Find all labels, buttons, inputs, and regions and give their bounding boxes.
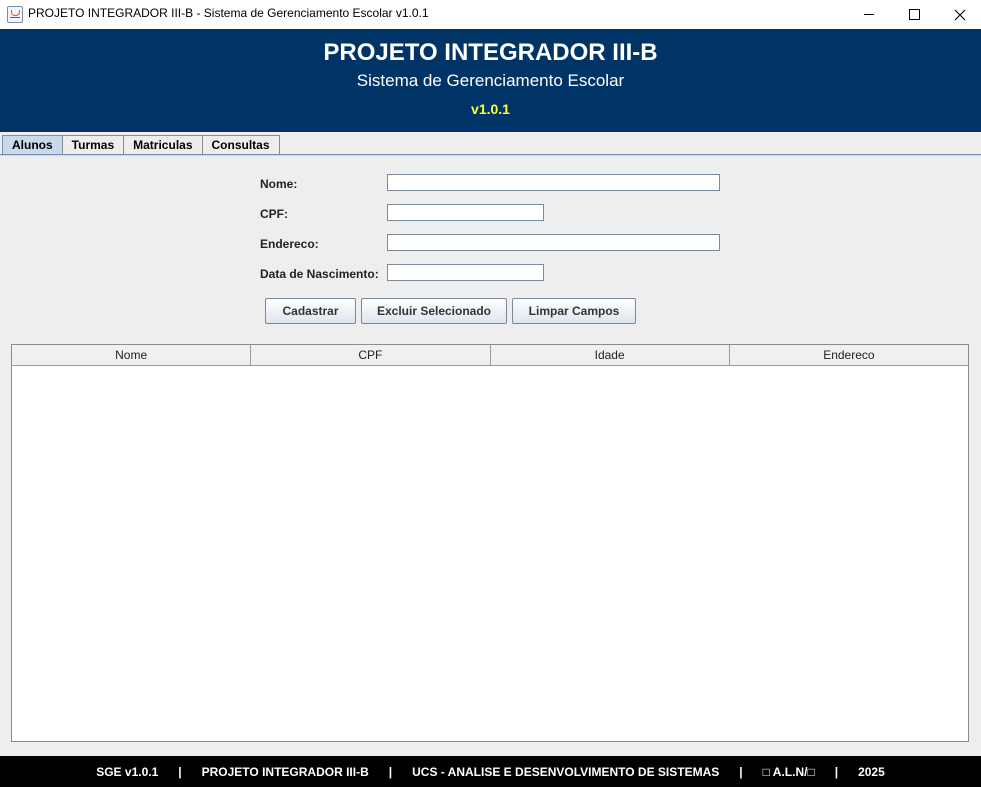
- column-header-endereco[interactable]: Endereco: [730, 345, 968, 365]
- status-footer: SGE v1.0.1 | PROJETO INTEGRADOR III-B | …: [0, 756, 981, 787]
- tab-alunos[interactable]: Alunos: [2, 135, 63, 154]
- window-title: PROJETO INTEGRADOR III-B - Sistema de Ge…: [28, 6, 429, 20]
- limpar-campos-button[interactable]: Limpar Campos: [512, 298, 636, 324]
- java-app-icon: [7, 6, 23, 23]
- column-header-nome[interactable]: Nome: [12, 345, 252, 365]
- banner-subtitle: Sistema de Gerenciamento Escolar: [356, 71, 625, 90]
- nascimento-field[interactable]: [387, 264, 544, 281]
- banner-title: PROJETO INTEGRADOR III-B: [323, 39, 658, 66]
- minimize-icon: [864, 14, 874, 15]
- cpf-field[interactable]: [387, 204, 544, 221]
- close-button[interactable]: [937, 0, 981, 29]
- header-banner: PROJETO INTEGRADOR III-B Sistema de Gere…: [0, 29, 981, 132]
- endereco-label: Endereco:: [260, 237, 319, 251]
- table-header: Nome CPF Idade Endereco: [12, 345, 968, 366]
- cadastrar-button[interactable]: Cadastrar: [265, 298, 356, 324]
- banner-version: v1.0.1: [471, 101, 510, 117]
- footer-project: PROJETO INTEGRADOR III-B: [201, 764, 369, 779]
- cpf-label: CPF:: [260, 207, 288, 221]
- tab-strip: Alunos Turmas Matriculas Consultas: [2, 135, 280, 155]
- footer-course: UCS - ANALISE E DESENVOLVIMENTO DE SISTE…: [412, 764, 720, 779]
- column-header-idade[interactable]: Idade: [491, 345, 730, 365]
- footer-separator: |: [834, 764, 839, 779]
- footer-version: SGE v1.0.1: [96, 764, 159, 779]
- maximize-button[interactable]: [891, 0, 937, 29]
- tab-divider-highlight: [0, 155, 981, 156]
- tab-consultas[interactable]: Consultas: [201, 135, 280, 154]
- excluir-selecionado-button[interactable]: Excluir Selecionado: [361, 298, 507, 324]
- minimize-button[interactable]: [846, 0, 892, 29]
- close-icon: [954, 9, 966, 20]
- tab-matriculas[interactable]: Matriculas: [123, 135, 203, 154]
- column-header-cpf[interactable]: CPF: [251, 345, 491, 365]
- nome-label: Nome:: [260, 177, 298, 191]
- footer-separator: |: [388, 764, 393, 779]
- footer-year: 2025: [858, 764, 885, 779]
- alunos-table[interactable]: Nome CPF Idade Endereco: [11, 344, 969, 742]
- nome-field[interactable]: [387, 174, 720, 191]
- footer-authors: □ A.L.N/□: [762, 764, 815, 779]
- footer-separator: |: [739, 764, 743, 779]
- nascimento-label: Data de Nascimento:: [260, 267, 379, 281]
- window-titlebar: PROJETO INTEGRADOR III-B - Sistema de Ge…: [0, 0, 981, 30]
- footer-separator: |: [178, 764, 182, 779]
- endereco-field[interactable]: [387, 234, 720, 251]
- tab-turmas[interactable]: Turmas: [61, 135, 125, 154]
- maximize-icon: [908, 9, 920, 20]
